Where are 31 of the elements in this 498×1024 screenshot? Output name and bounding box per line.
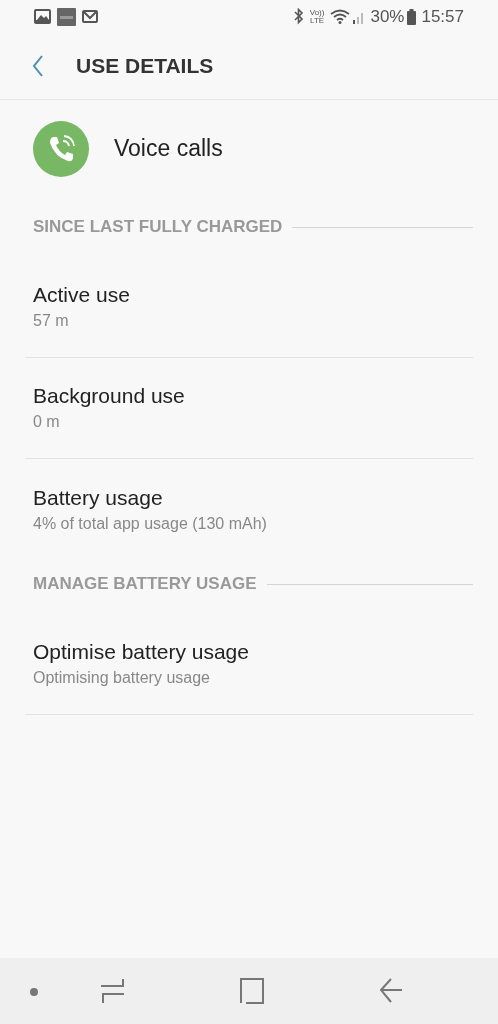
back-nav-icon[interactable] bbox=[380, 978, 403, 1003]
recents-icon[interactable] bbox=[100, 978, 125, 1004]
app-name: Voice calls bbox=[114, 134, 223, 164]
item-title: Battery usage bbox=[33, 484, 164, 511]
phone-icon bbox=[33, 120, 89, 177]
mail-icon bbox=[82, 10, 98, 23]
item-subtitle: 57 m bbox=[33, 311, 70, 331]
battery-percent: 30% bbox=[370, 5, 405, 28]
item-subtitle: 4% of total app usage (130 mAh) bbox=[33, 513, 268, 534]
volte-indicator: Vo)) LTE bbox=[309, 8, 325, 25]
section-header: SINCE LAST FULLY CHARGED bbox=[33, 216, 283, 239]
clock: 15:57 bbox=[421, 5, 464, 28]
settings-item[interactable]: Background use 0 m bbox=[25, 358, 473, 459]
wifi-icon bbox=[330, 9, 351, 24]
settings-item[interactable]: Optimise battery usage Optimising battery usage bbox=[25, 614, 473, 715]
dot-icon[interactable] bbox=[30, 988, 38, 996]
page-title: USE DETAILS bbox=[76, 53, 214, 80]
image-icon bbox=[34, 9, 51, 24]
settings-item[interactable]: Battery usage 4% of total app usage (130 mAh) bbox=[25, 459, 473, 560]
battery-icon bbox=[407, 8, 417, 25]
back-icon bbox=[32, 55, 44, 77]
item-title: Optimise battery usage bbox=[33, 639, 250, 665]
item-subtitle: 0 m bbox=[33, 412, 61, 432]
item-subtitle: Optimising battery usage bbox=[33, 668, 211, 688]
app-badge-icon bbox=[57, 7, 76, 26]
item-title: Active use bbox=[33, 282, 131, 308]
item-title: Background use bbox=[33, 383, 186, 409]
home-icon[interactable] bbox=[240, 978, 264, 1004]
settings-item[interactable]: Active use 57 m bbox=[25, 257, 473, 358]
bluetooth-icon bbox=[293, 8, 304, 25]
section-header: MANAGE BATTERY USAGE bbox=[33, 573, 257, 596]
